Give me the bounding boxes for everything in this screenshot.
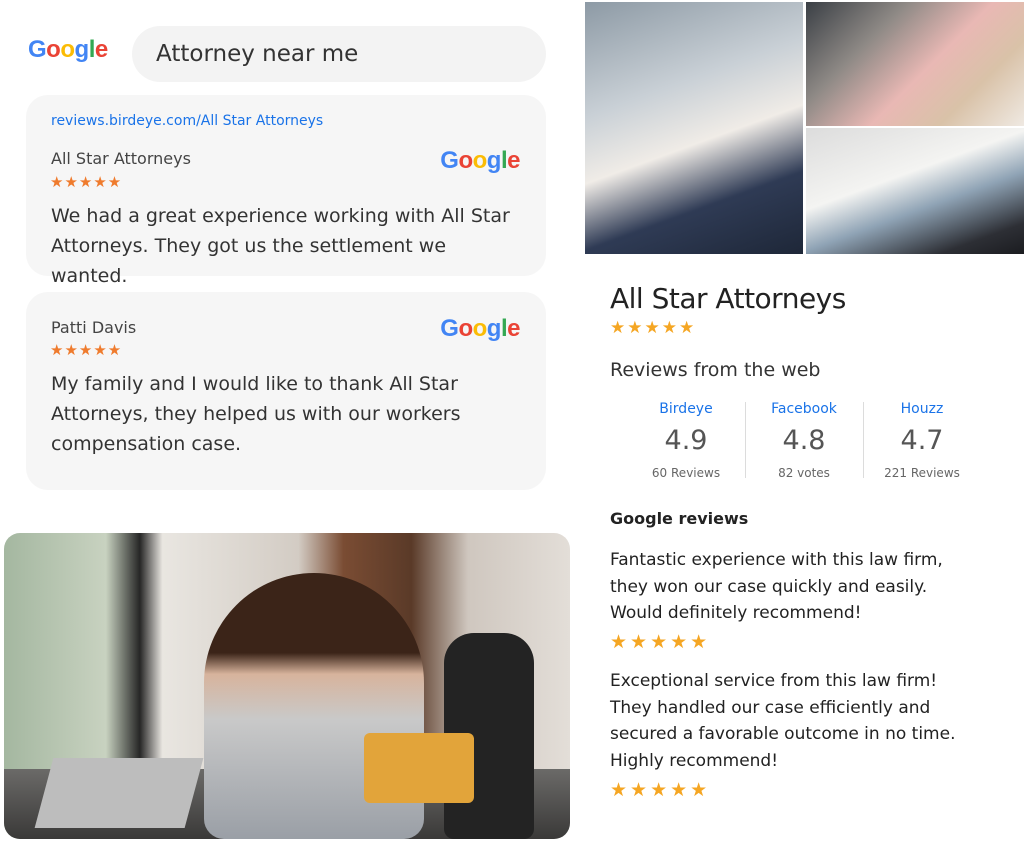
review-card: reviews.birdeye.com/All Star Attorneys A… bbox=[26, 95, 546, 287]
source-count: 60 Reviews bbox=[651, 466, 721, 480]
google-review-text: Exceptional service from this law firm! … bbox=[610, 668, 980, 774]
google-logo: Google bbox=[28, 36, 108, 63]
office-photo bbox=[806, 128, 1024, 254]
justice-scale bbox=[364, 733, 474, 803]
source-name[interactable]: Birdeye bbox=[626, 401, 746, 417]
google-review-stars: ★★★★★ bbox=[610, 779, 711, 801]
review-text: My family and I would like to thank All … bbox=[51, 373, 461, 455]
business-star-rating: ★★★★★ bbox=[610, 318, 697, 338]
review-card: Patti Davis Google ★★★★★ My family and I… bbox=[26, 292, 546, 490]
source-name[interactable]: Houzz bbox=[862, 401, 982, 417]
source-score: 4.9 bbox=[664, 425, 708, 456]
star-rating: ★★★★★ bbox=[50, 341, 123, 359]
google-reviews-heading: Google reviews bbox=[610, 509, 749, 528]
review-source-birdeye[interactable]: Birdeye 4.9 60 Reviews bbox=[626, 401, 746, 480]
reviewer-name: All Star Attorneys bbox=[51, 149, 191, 168]
review-text: We had a great experience working with A… bbox=[51, 205, 510, 287]
search-input[interactable]: Attorney near me bbox=[132, 26, 546, 82]
source-name[interactable]: Facebook bbox=[744, 401, 864, 417]
search-query: Attorney near me bbox=[156, 41, 359, 67]
web-reviews-heading: Reviews from the web bbox=[610, 359, 821, 381]
business-name: All Star Attorneys bbox=[610, 282, 846, 315]
review-url-link[interactable]: reviews.birdeye.com/All Star Attorneys bbox=[51, 113, 323, 129]
team-meeting-photo bbox=[585, 2, 803, 254]
source-count: 82 votes bbox=[778, 466, 830, 480]
google-logo: Google bbox=[440, 315, 520, 342]
reviewer-name: Patti Davis bbox=[51, 318, 137, 337]
lawyer-at-desk-photo bbox=[4, 533, 570, 839]
google-review-stars: ★★★★★ bbox=[610, 631, 711, 653]
source-score: 4.7 bbox=[900, 425, 944, 456]
consultation-photo bbox=[806, 2, 1024, 126]
review-source-houzz[interactable]: Houzz 4.7 221 Reviews bbox=[862, 401, 982, 480]
source-score: 4.8 bbox=[782, 425, 826, 456]
review-source-facebook[interactable]: Facebook 4.8 82 votes bbox=[744, 401, 864, 480]
google-logo: Google bbox=[440, 147, 520, 174]
google-review-text: Fantastic experience with this law firm,… bbox=[610, 550, 943, 623]
laptop bbox=[34, 758, 204, 828]
google-review-closing: Highly recommend! bbox=[610, 750, 779, 771]
google-review-body: Exceptional service from this law firm! … bbox=[610, 671, 956, 744]
star-rating: ★★★★★ bbox=[50, 173, 123, 191]
source-count: 221 Reviews bbox=[884, 466, 960, 480]
